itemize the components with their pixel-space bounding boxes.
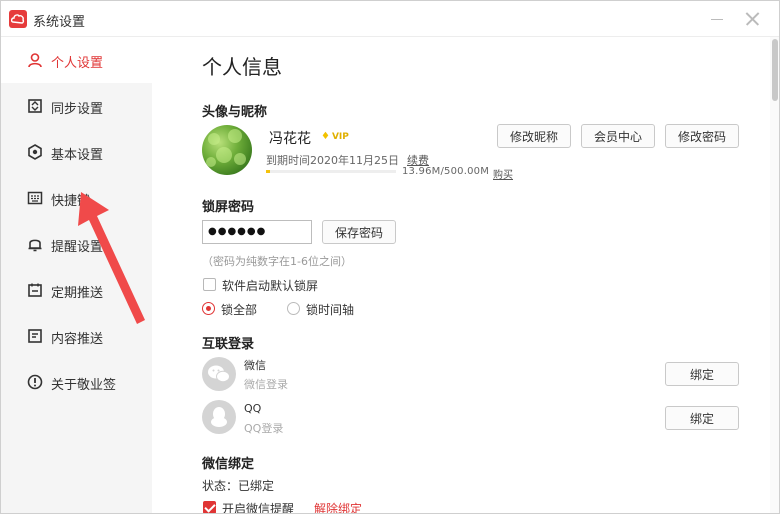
wechat-login-name: 微信 [244,359,266,372]
sidebar-item-reminders[interactable]: 提醒设置 [1,221,152,267]
wechat-reminder-checkbox[interactable] [203,501,216,513]
document-icon [28,329,42,343]
storage-usage: 13.96M/500.00M [402,166,490,177]
gear-icon [28,144,42,160]
username: 冯花花 [269,131,311,147]
sidebar-item-shortcuts[interactable]: 快捷键 [1,175,152,221]
wechat-reminder-label: 开启微信提醒 [222,502,295,514]
lock-section-title: 锁屏密码 [202,200,255,215]
scroll-thumb[interactable] [772,39,778,101]
qq-icon [202,400,236,434]
wechat-login-sub: 微信登录 [244,378,288,391]
wechat-icon [202,357,236,391]
sidebar-item-label: 定期推送 [51,286,104,301]
lock-timeline-label: 锁时间轴 [306,303,355,317]
sidebar-item-about[interactable]: 关于敬业签 [1,359,152,405]
bind-status: 状态：已绑定 [202,479,275,493]
buy-link[interactable]: 购买 [493,166,513,181]
expire-date: 到期时间2020年11月25日 [266,154,399,167]
sidebar-item-label: 提醒设置 [51,240,104,255]
unbind-link[interactable]: 解除绑定 [314,500,362,513]
storage-progress [266,170,396,173]
wechat-bind-section-title: 微信绑定 [202,457,255,472]
sidebar-item-label: 同步设置 [51,102,104,117]
app-logo-icon [9,10,27,28]
sidebar-item-label: 基本设置 [51,148,104,163]
lock-timeline-radio[interactable] [287,302,300,315]
save-password-button[interactable]: 保存密码 [322,220,396,244]
lock-all-radio[interactable] [202,302,215,315]
sync-icon [28,99,42,113]
person-icon [28,53,42,68]
sidebar-item-basic[interactable]: 基本设置 [1,129,152,175]
settings-window: 系统设置 个人设置 同步设置 基本设置 快捷键 提醒设置 定期推送 内容推送 关… [0,0,780,514]
profile-section-title: 头像与昵称 [202,105,268,120]
lock-all-label: 锁全部 [221,303,258,317]
title-bar: 系统设置 [1,1,779,37]
vip-badge: VIP [321,131,349,142]
password-hint: （密码为纯数字在1-6位之间） [202,255,352,268]
sidebar: 个人设置 同步设置 基本设置 快捷键 提醒设置 定期推送 内容推送 关于敬业签 [1,37,152,513]
auto-lock-label: 软件启动默认锁屏 [222,279,319,293]
bind-wechat-button[interactable]: 绑定 [665,362,739,386]
avatar[interactable] [202,125,252,175]
main-panel: 个人信息 头像与昵称 冯花花 VIP 到期时间2020年11月25日 续费 13… [152,37,770,514]
social-section-title: 互联登录 [202,337,255,352]
edit-nickname-button[interactable]: 修改昵称 [497,124,571,148]
member-center-button[interactable]: 会员中心 [581,124,655,148]
page-title: 个人信息 [202,55,282,79]
sidebar-item-label: 内容推送 [51,332,104,347]
sidebar-item-label: 快捷键 [51,194,91,209]
calendar-icon [28,283,42,297]
scrollbar[interactable] [770,37,779,513]
change-password-button[interactable]: 修改密码 [665,124,739,148]
bind-qq-button[interactable]: 绑定 [665,406,739,430]
sidebar-item-label: 关于敬业签 [51,378,117,393]
sidebar-item-content-push[interactable]: 内容推送 [1,313,152,359]
window-title: 系统设置 [33,15,86,30]
sidebar-item-sync[interactable]: 同步设置 [1,83,152,129]
keyboard-icon [27,191,43,205]
info-icon [27,374,43,390]
qq-login-sub: QQ登录 [244,422,284,435]
qq-login-name: QQ [244,402,262,415]
sidebar-item-scheduled-push[interactable]: 定期推送 [1,267,152,313]
close-button[interactable] [743,9,763,29]
bell-icon [28,239,42,252]
minimize-button[interactable] [707,9,727,29]
sidebar-item-personal[interactable]: 个人设置 [1,37,152,83]
lock-password-field[interactable]: ●●●●●● [202,220,312,244]
sidebar-item-label: 个人设置 [51,56,104,71]
auto-lock-checkbox[interactable] [203,278,216,291]
